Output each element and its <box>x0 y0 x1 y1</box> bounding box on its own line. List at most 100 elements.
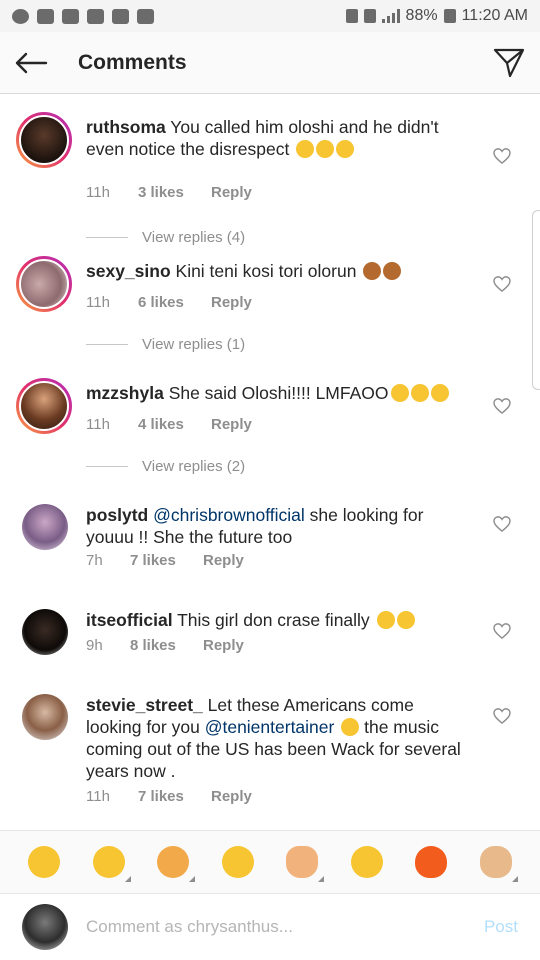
view-replies-label: View replies (1) <box>142 336 246 353</box>
comment-username[interactable]: ruthsoma <box>86 117 166 137</box>
paper-plane-icon <box>493 48 525 78</box>
rofl-emoji-icon <box>390 384 409 402</box>
astonished-emoji-icon <box>341 718 360 736</box>
comment-body: She said Oloshi!!!! LMFAOO <box>168 383 389 403</box>
gmail-icon <box>87 8 104 24</box>
email-icon <box>137 8 154 24</box>
tears-of-joy-emoji-icon[interactable] <box>28 846 61 878</box>
comment-username[interactable]: sexy_sino <box>86 261 171 281</box>
comment-username[interactable]: mzzshyla <box>86 383 164 403</box>
likes-count[interactable]: 7 likes <box>138 788 211 805</box>
reply-button[interactable]: Reply <box>203 552 244 569</box>
view-replies[interactable]: View replies (2) <box>86 458 245 475</box>
mention-link[interactable]: @chrisbrownofficial <box>153 505 305 525</box>
reply-button[interactable]: Reply <box>203 637 244 654</box>
avatar[interactable] <box>16 112 72 168</box>
view-replies-label: View replies (2) <box>142 458 246 475</box>
heart-icon[interactable] <box>493 398 511 414</box>
avatar[interactable] <box>22 694 68 740</box>
comment-body: This girl don crase finally <box>177 610 370 630</box>
mail-icon <box>62 8 79 24</box>
rofl-emoji-icon[interactable] <box>92 846 131 882</box>
likes-count[interactable]: 4 likes <box>138 416 211 433</box>
rofl-emoji-icon <box>430 384 449 402</box>
comment-time: 11h <box>86 416 110 433</box>
system-status: 88% 11:20 AM <box>345 7 528 25</box>
grinning-squinting-emoji-icon <box>316 140 335 158</box>
avatar[interactable] <box>22 609 68 655</box>
comment-username[interactable]: poslytd <box>86 505 148 525</box>
heart-icon[interactable] <box>493 708 511 724</box>
rofl-emoji-icon <box>336 140 355 158</box>
arrow-left-icon <box>15 52 48 73</box>
grinning-squinting-emoji-icon <box>396 611 415 629</box>
comment-meta: 7h 7 likes Reply <box>86 552 244 569</box>
heart-eyes-cat-emoji-icon[interactable] <box>157 846 196 882</box>
divider <box>86 466 128 467</box>
avatar[interactable] <box>16 256 72 312</box>
comment-body: Kini teni kosi tori olorun <box>175 261 357 281</box>
comment-username[interactable]: itseofficial <box>86 610 173 630</box>
data-icon <box>363 9 376 23</box>
image-icon <box>112 8 129 24</box>
comment-composer: Post <box>0 895 540 960</box>
heart-icon[interactable] <box>493 623 511 639</box>
reply-button[interactable]: Reply <box>211 788 252 805</box>
comments-header: Comments <box>0 32 540 94</box>
comment-text: sexy_sino Kini teni kosi tori olorun <box>86 260 472 282</box>
heart-icon[interactable] <box>493 516 511 532</box>
comment-time: 11h <box>86 294 110 311</box>
comment-time: 11h <box>86 184 110 201</box>
likes-count[interactable]: 3 likes <box>138 184 211 201</box>
avatar[interactable] <box>22 504 68 550</box>
back-button[interactable] <box>0 32 62 94</box>
reply-button[interactable]: Reply <box>211 184 252 201</box>
comment-text: stevie_street_ Let these Americans come … <box>86 694 472 782</box>
share-button[interactable] <box>492 46 526 80</box>
view-replies[interactable]: View replies (4) <box>86 229 245 246</box>
facepalm-emoji-icon <box>383 262 402 280</box>
grinning-squinting-emoji-icon <box>376 611 395 629</box>
notification-icons <box>12 8 154 24</box>
comment-meta: 9h 8 likes Reply <box>86 637 244 654</box>
avatar[interactable] <box>16 378 72 434</box>
scrollbar[interactable] <box>532 210 540 390</box>
comment-text: itseofficial This girl don crase finally <box>86 609 472 631</box>
status-bar: 88% 11:20 AM <box>0 0 540 32</box>
heart-icon[interactable] <box>493 148 511 164</box>
page-title: Comments <box>78 50 187 74</box>
comment-time: 7h <box>86 552 103 569</box>
post-button[interactable]: Post <box>484 917 518 937</box>
comment-meta: 11h 4 likes Reply <box>86 416 252 433</box>
ok-hand-emoji-icon[interactable] <box>479 846 518 882</box>
reply-button[interactable]: Reply <box>211 294 252 311</box>
comment-meta: 11h 6 likes Reply <box>86 294 252 311</box>
likes-count[interactable]: 6 likes <box>138 294 211 311</box>
comment-text: poslytd @chrisbrownofficial she looking … <box>86 504 472 548</box>
heart-icon[interactable] <box>493 276 511 292</box>
rofl-emoji-icon <box>410 384 429 402</box>
view-replies-label: View replies (4) <box>142 229 246 246</box>
divider <box>86 237 128 238</box>
grinning-squinting-emoji-icon <box>296 140 315 158</box>
mention-link[interactable]: @tenientertainer <box>205 717 335 737</box>
divider <box>86 344 128 345</box>
comment-input[interactable] <box>86 909 466 945</box>
comment-text: mzzshyla She said Oloshi!!!! LMFAOO <box>86 382 472 404</box>
comment-time: 11h <box>86 788 110 805</box>
likes-count[interactable]: 7 likes <box>130 552 203 569</box>
facepalm-emoji-icon <box>363 262 382 280</box>
reply-button[interactable]: Reply <box>211 416 252 433</box>
clock: 11:20 AM <box>461 7 528 24</box>
message-icon <box>37 8 54 24</box>
fire-emoji-icon[interactable] <box>415 846 448 878</box>
view-replies[interactable]: View replies (1) <box>86 336 245 353</box>
sim-icon <box>345 9 358 23</box>
whatsapp-icon <box>12 8 29 24</box>
likes-count[interactable]: 8 likes <box>130 637 203 654</box>
raised-hand-emoji-icon[interactable] <box>286 846 325 882</box>
slightly-smiling-emoji-icon[interactable] <box>350 846 383 878</box>
comment-meta: 11h 7 likes Reply <box>86 788 252 805</box>
beaming-emoji-icon[interactable] <box>221 846 254 878</box>
comment-username[interactable]: stevie_street_ <box>86 695 203 715</box>
